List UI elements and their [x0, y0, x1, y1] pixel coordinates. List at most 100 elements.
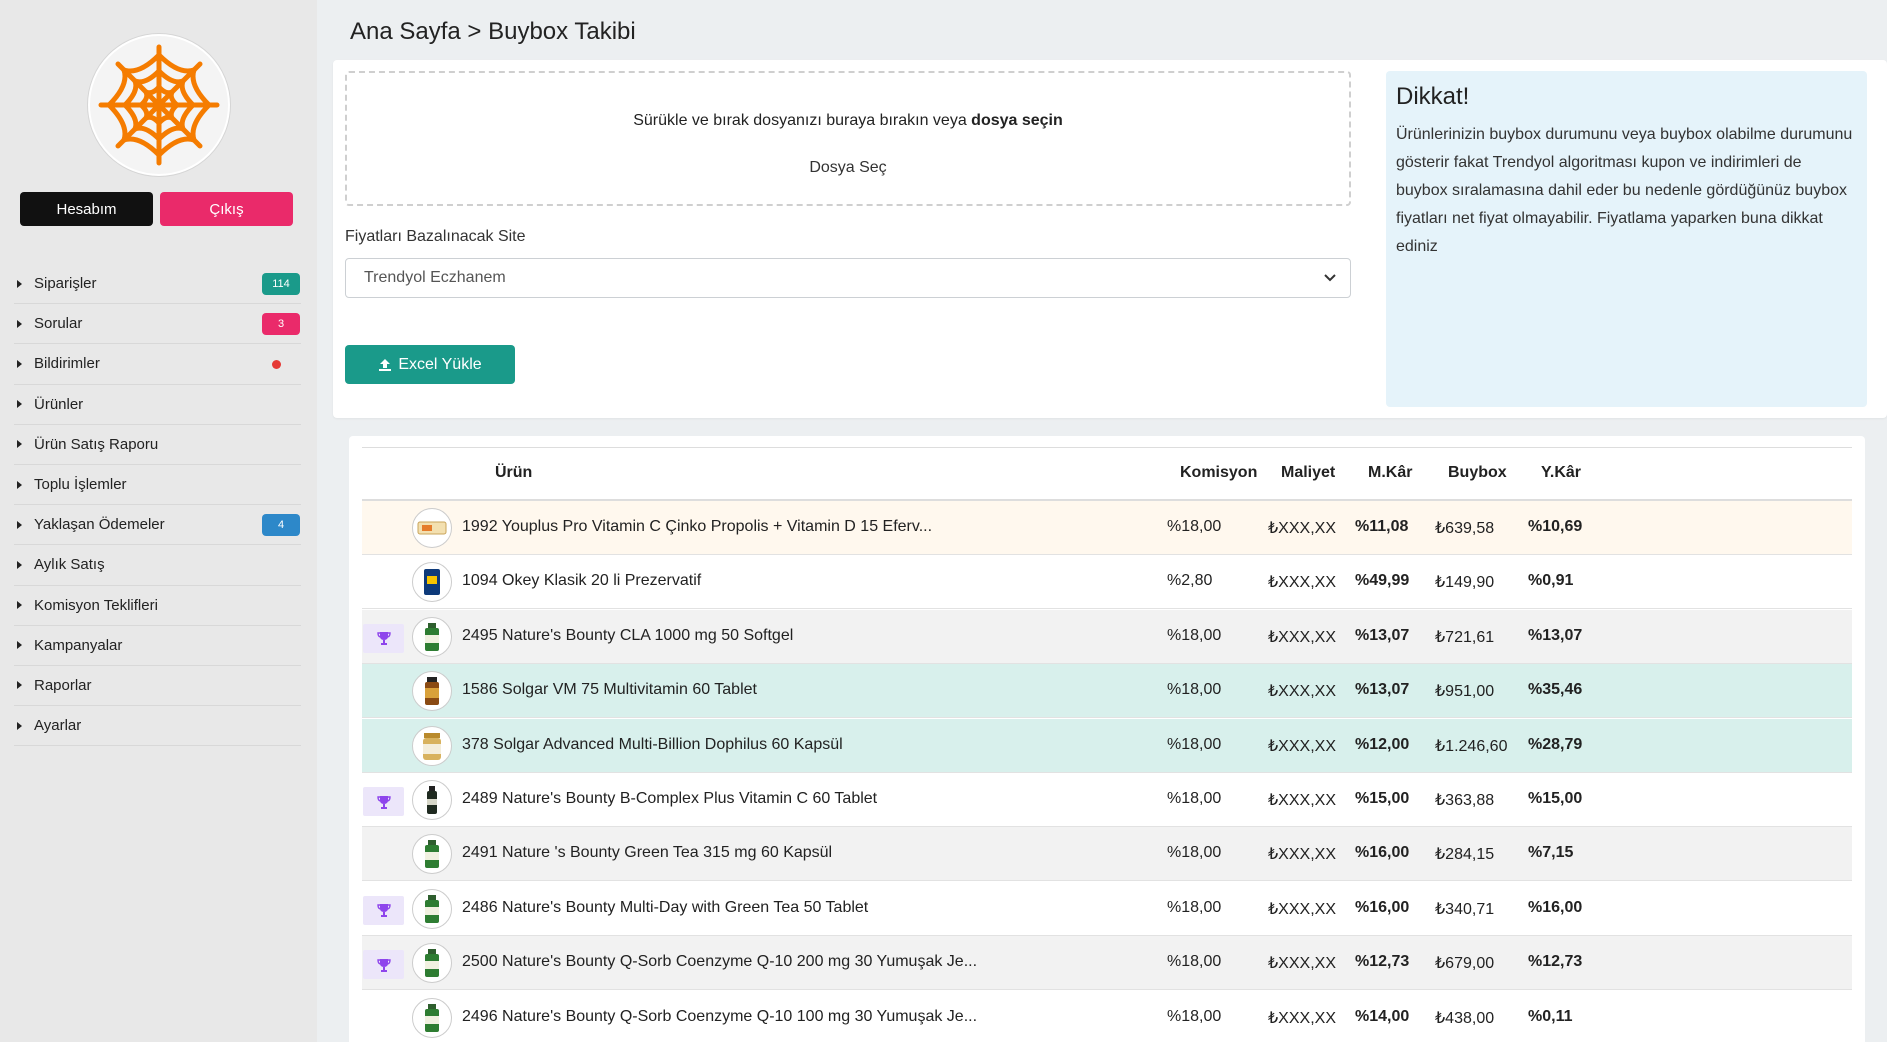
product-name[interactable]: 2491 Nature 's Bounty Green Tea 315 mg 6… [462, 844, 832, 862]
caret-right-icon [17, 480, 22, 489]
product-name[interactable]: 1992 Youplus Pro Vitamin C Çinko Propoli… [462, 518, 932, 536]
notice-title: Dikkat! [1396, 83, 1470, 110]
yprofit-value: %13,07 [1528, 626, 1583, 644]
table-row[interactable]: 378 Solgar Advanced Multi-Billion Dophil… [362, 718, 1852, 773]
product-name[interactable]: 2489 Nature's Bounty B-Complex Plus Vita… [462, 790, 877, 808]
product-thumbnail[interactable] [412, 834, 452, 875]
product-name[interactable]: 1094 Okey Klasik 20 li Prezervatif [462, 572, 701, 590]
sidebar-item-label: Toplu İşlemler [34, 476, 127, 494]
sidebar-item-10[interactable]: Raporlar [14, 666, 301, 707]
yprofit-value: %16,00 [1528, 898, 1583, 916]
sidebar-item-7[interactable]: Aylık Satış [14, 545, 301, 586]
sidebar-item-11[interactable]: Ayarlar [14, 706, 301, 747]
yprofit-value: %0,91 [1528, 572, 1574, 590]
header-yprofit[interactable]: Y.Kâr [1541, 464, 1581, 482]
sidebar-item-3[interactable]: Ürünler [14, 385, 301, 425]
mprofit-value: %14,00 [1355, 1007, 1410, 1025]
cost-value: ₺XXX,XX [1268, 628, 1336, 646]
header-buybox[interactable]: Buybox [1448, 464, 1507, 482]
product-thumbnail[interactable] [412, 562, 452, 603]
product-name[interactable]: 2495 Nature's Bounty CLA 1000 mg 50 Soft… [462, 627, 793, 645]
buybox-value: ₺340,71 [1435, 900, 1495, 918]
commission-value: %18,00 [1167, 790, 1222, 807]
table-row[interactable]: 1992 Youplus Pro Vitamin C Çinko Propoli… [362, 501, 1852, 555]
account-button[interactable]: Hesabım [20, 192, 153, 226]
site-select-value: Trendyol Eczhanem [364, 269, 506, 286]
breadcrumb: Ana Sayfa > Buybox Takibi [350, 18, 636, 45]
mprofit-value: %16,00 [1355, 898, 1410, 916]
commission-value: %2,80 [1167, 572, 1213, 590]
caret-right-icon [17, 681, 22, 690]
table-row[interactable]: 2500 Nature's Bounty Q-Sorb Coenzyme Q-1… [362, 936, 1852, 991]
cost-value: ₺XXX,XX [1268, 955, 1336, 973]
table-row[interactable]: 2486 Nature's Bounty Multi-Day with Gree… [362, 881, 1852, 936]
table-row[interactable]: 2491 Nature 's Bounty Green Tea 315 mg 6… [362, 827, 1852, 882]
product-thumbnail[interactable] [412, 616, 452, 657]
product-thumbnail[interactable] [412, 671, 452, 712]
buybox-value: ₺149,90 [1435, 574, 1495, 592]
table-row[interactable]: 2495 Nature's Bounty CLA 1000 mg 50 Soft… [362, 609, 1852, 664]
product-thumbnail[interactable] [412, 943, 452, 984]
mprofit-value: %13,07 [1355, 681, 1410, 699]
caret-right-icon [17, 440, 22, 449]
header-product[interactable]: Ürün [495, 464, 532, 482]
sidebar-item-6[interactable]: Yaklaşan Ödemeler 4 [14, 505, 301, 546]
header-commission[interactable]: Komisyon [1180, 464, 1257, 482]
sidebar-item-8[interactable]: Komisyon Teklifleri [14, 586, 301, 626]
sidebar-item-label: Bildirimler [34, 355, 100, 373]
sidebar-item-5[interactable]: Toplu İşlemler [14, 465, 301, 506]
sidebar-item-4[interactable]: Ürün Satış Raporu [14, 425, 301, 465]
mprofit-value: %12,73 [1355, 953, 1410, 971]
sidebar-item-2[interactable]: Bildirimler [14, 344, 301, 385]
caret-right-icon [17, 279, 22, 288]
product-thumbnail[interactable] [412, 725, 452, 766]
table-row[interactable]: 2489 Nature's Bounty B-Complex Plus Vita… [362, 773, 1852, 827]
yprofit-value: %15,00 [1528, 790, 1583, 807]
choose-file-button[interactable]: Dosya Seç [347, 159, 1349, 177]
header-cost[interactable]: Maliyet [1281, 464, 1335, 482]
caret-right-icon [17, 721, 22, 730]
sidebar-item-label: Komisyon Teklifleri [34, 596, 158, 614]
product-name[interactable]: 2500 Nature's Bounty Q-Sorb Coenzyme Q-1… [462, 953, 977, 971]
dropzone-instruction: Sürükle ve bırak dosyanızı buraya bırakı… [633, 112, 972, 129]
upload-icon [379, 358, 392, 371]
buybox-value: ₺679,00 [1435, 955, 1495, 973]
buybox-value: ₺438,00 [1435, 1009, 1495, 1027]
sidebar-item-9[interactable]: Kampanyalar [14, 626, 301, 666]
sidebar-item-1[interactable]: Sorular 3 [14, 304, 301, 345]
sidebar-item-label: Sorular [34, 315, 83, 333]
sidebar: Hesabım Çıkış Siparişler 114 Sorular 3 Bildi… [0, 0, 317, 1042]
product-thumbnail[interactable] [412, 888, 452, 929]
product-name[interactable]: 2496 Nature's Bounty Q-Sorb Coenzyme Q-1… [462, 1008, 977, 1026]
buybox-value: ₺951,00 [1435, 683, 1495, 701]
cost-value: ₺XXX,XX [1268, 574, 1336, 592]
table-row[interactable]: 2496 Nature's Bounty Q-Sorb Coenzyme Q-1… [362, 990, 1852, 1042]
mprofit-value: %49,99 [1355, 572, 1410, 590]
notice-body: Ürünlerinizin buybox durumunu veya buybo… [1396, 126, 1853, 255]
excel-upload-button[interactable]: Excel Yükle [345, 345, 515, 384]
yprofit-value: %10,69 [1528, 518, 1583, 535]
file-dropzone[interactable]: Sürükle ve bırak dosyanızı buraya bırakı… [345, 71, 1351, 206]
table-row[interactable]: 1586 Solgar VM 75 Multivitamin 60 Tablet… [362, 664, 1852, 719]
caret-right-icon [17, 319, 22, 328]
caret-right-icon [17, 560, 22, 569]
caret-right-icon [17, 601, 22, 610]
sidebar-item-0[interactable]: Siparişler 114 [14, 264, 301, 305]
product-name[interactable]: 378 Solgar Advanced Multi-Billion Dophil… [462, 736, 843, 754]
product-thumbnail[interactable] [412, 780, 452, 820]
site-select[interactable]: Trendyol Eczhanem [345, 258, 1351, 298]
caret-right-icon [17, 359, 22, 368]
table-row[interactable]: 1094 Okey Klasik 20 li Prezervatif %2,80 ₺… [362, 555, 1852, 610]
product-name[interactable]: 2486 Nature's Bounty Multi-Day with Gree… [462, 899, 868, 917]
dropzone-link[interactable]: dosya seçin [971, 112, 1063, 129]
logout-button[interactable]: Çıkış [160, 192, 293, 226]
header-mprofit[interactable]: M.Kâr [1368, 464, 1412, 482]
sidebar-item-label: Ayarlar [34, 717, 82, 735]
product-thumbnail[interactable] [412, 997, 452, 1038]
buybox-value: ₺639,58 [1435, 520, 1495, 537]
caret-right-icon [17, 641, 22, 650]
sidebar-item-label: Kampanyalar [34, 636, 123, 654]
product-name[interactable]: 1586 Solgar VM 75 Multivitamin 60 Tablet [462, 681, 757, 699]
sidebar-item-label: Aylık Satış [34, 556, 105, 574]
product-thumbnail[interactable] [412, 508, 452, 548]
